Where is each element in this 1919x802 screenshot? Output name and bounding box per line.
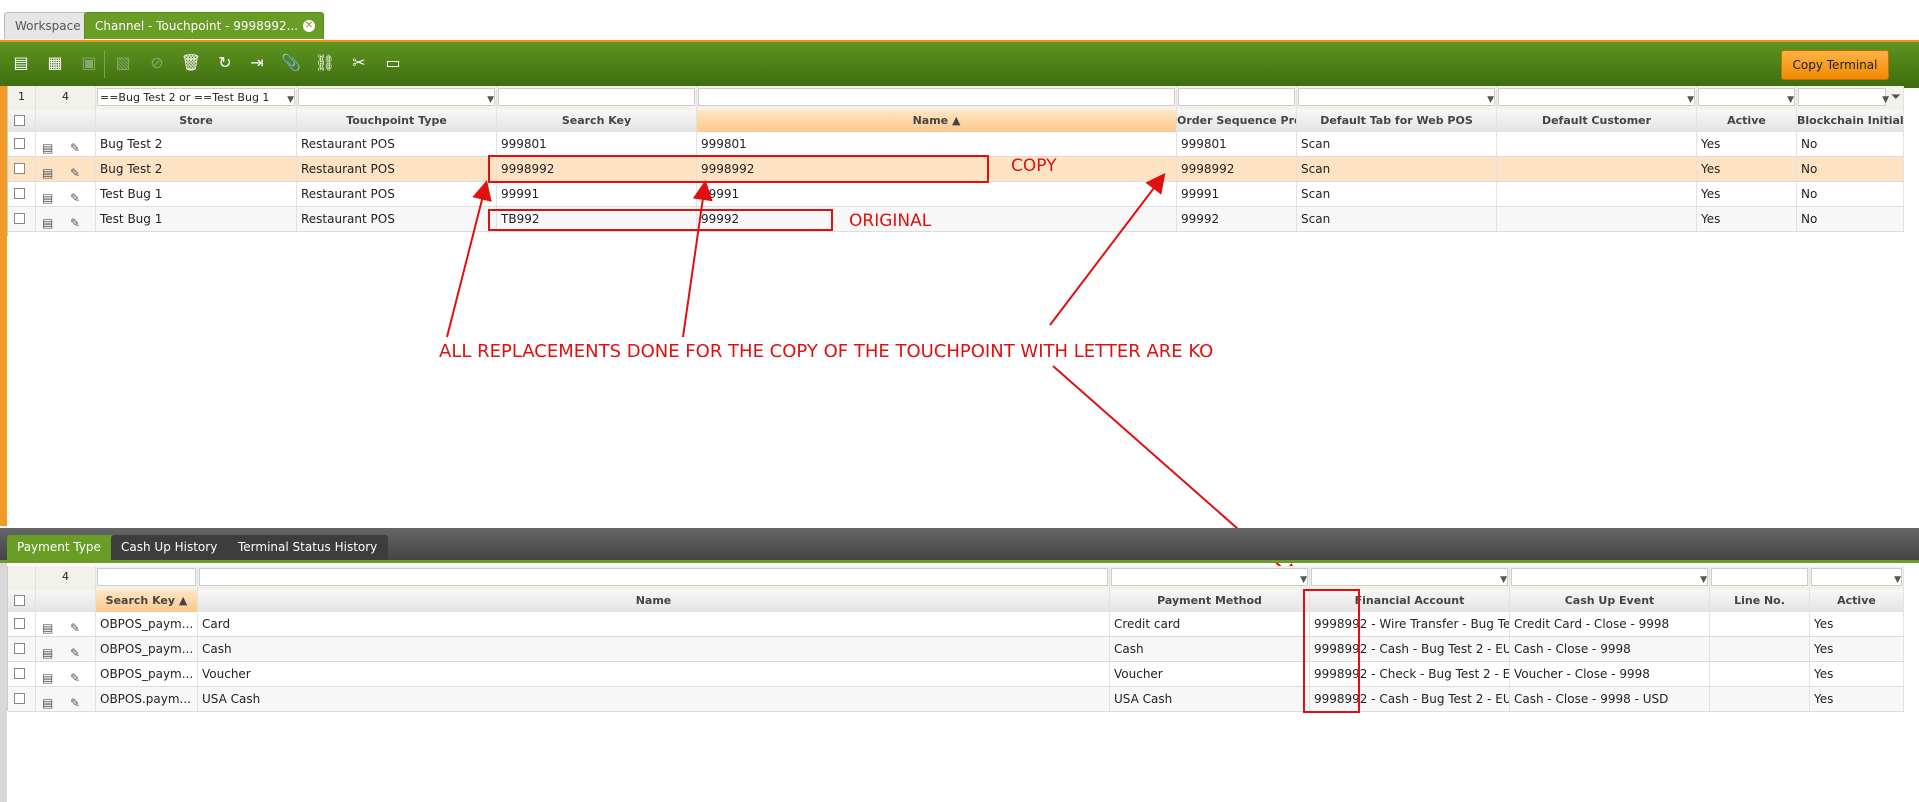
- filter-financial-account[interactable]: ▼: [1310, 566, 1510, 590]
- tab-payment-type[interactable]: Payment Type: [7, 535, 116, 560]
- cell-active: Yes: [1810, 637, 1904, 661]
- filter-active[interactable]: ▼: [1810, 566, 1904, 590]
- account-name: - Cash - Bug Test 2 - EUR: [1371, 692, 1510, 706]
- cell-payment-method: Voucher: [1110, 662, 1310, 686]
- cell-active: Yes: [1810, 612, 1904, 636]
- cell-search-key: OBPOS_paym...: [96, 662, 198, 686]
- form-view-icon[interactable]: ▤: [42, 666, 53, 686]
- chevron-down-icon[interactable]: ▼: [1700, 569, 1707, 590]
- account-name: - Wire Transfer - Bug Te...: [1371, 617, 1510, 631]
- subtab-bar: Payment Type Cash Up History Terminal St…: [0, 528, 1919, 560]
- cell-payment-method: Cash: [1110, 637, 1310, 661]
- row-checkbox[interactable]: [14, 643, 25, 654]
- edit-pencil-icon[interactable]: ✎: [70, 666, 80, 686]
- row-checkbox[interactable]: [14, 693, 25, 704]
- cell-cash-up-event: Cash - Close - 9998 - USD: [1510, 687, 1710, 711]
- tab-cash-up-history[interactable]: Cash Up History: [111, 535, 235, 560]
- cell-name: USA Cash: [198, 687, 1110, 711]
- cell-cash-up-event: Credit Card - Close - 9998: [1510, 612, 1710, 636]
- table-row[interactable]: ▤ ✎ OBPOS.paym... USA Cash USA Cash 99989…: [8, 687, 1904, 712]
- table-row[interactable]: ▤ ✎ OBPOS_paym... Cash Cash 9998992 - Cas…: [8, 637, 1904, 662]
- cell-payment-method: USA Cash: [1110, 687, 1310, 711]
- account-code-highlight-box: [1303, 589, 1360, 713]
- cell-cash-up-event: Cash - Close - 9998: [1510, 637, 1710, 661]
- cell-search-key: OBPOS.paym...: [96, 687, 198, 711]
- cell-search-key: OBPOS_paym...: [96, 637, 198, 661]
- filter-cash-up-event[interactable]: ▼: [1510, 566, 1710, 590]
- chevron-down-icon[interactable]: ▼: [1500, 569, 1507, 590]
- cell-active: Yes: [1810, 687, 1904, 711]
- row-checkbox[interactable]: [14, 618, 25, 629]
- cell-search-key: OBPOS_paym...: [96, 612, 198, 636]
- arrow-to-name: [682, 180, 713, 338]
- account-name: - Check - Bug Test 2 - E...: [1371, 667, 1510, 681]
- edit-pencil-icon[interactable]: ✎: [70, 616, 80, 636]
- filter-name[interactable]: [198, 566, 1110, 590]
- filter-payment-method[interactable]: ▼: [1110, 566, 1310, 590]
- cell-name: Voucher: [198, 662, 1110, 686]
- edit-pencil-icon[interactable]: ✎: [70, 691, 80, 711]
- row-count: 4: [36, 566, 96, 590]
- select-all-checkbox[interactable]: [14, 595, 25, 606]
- tab-terminal-status-history[interactable]: Terminal Status History: [228, 535, 388, 560]
- payment-type-grid: 4 ▼ ▼ ▼ ▼ Search Key ▲ Name Payment Meth…: [7, 566, 1904, 712]
- header-cash-up-event[interactable]: Cash Up Event: [1510, 590, 1710, 612]
- header-name[interactable]: Name: [198, 590, 1110, 612]
- select-all-cell[interactable]: [8, 590, 36, 612]
- cell-name: Cash: [198, 637, 1110, 661]
- cell-active: Yes: [1810, 662, 1904, 686]
- cell-line-no: [1710, 637, 1810, 661]
- cell-cash-up-event: Voucher - Close - 9998: [1510, 662, 1710, 686]
- filter-search-key[interactable]: [96, 566, 198, 590]
- filter-row: 4 ▼ ▼ ▼ ▼: [8, 566, 1904, 591]
- edit-pencil-icon[interactable]: ✎: [70, 641, 80, 661]
- header-payment-method[interactable]: Payment Method: [1110, 590, 1310, 612]
- header-search-key[interactable]: Search Key ▲: [96, 590, 198, 612]
- cell-line-no: [1710, 612, 1810, 636]
- chevron-down-icon[interactable]: ▼: [1894, 569, 1901, 590]
- header-active[interactable]: Active: [1810, 590, 1904, 612]
- table-row[interactable]: ▤ ✎ OBPOS_paym... Voucher Voucher 9998992…: [8, 662, 1904, 687]
- header-row: Search Key ▲ Name Payment Method Financi…: [8, 590, 1904, 613]
- filter-line-no[interactable]: [1710, 566, 1810, 590]
- row-checkbox[interactable]: [14, 668, 25, 679]
- arrow-to-prefix: [1049, 172, 1166, 326]
- bottom-left-stripe: [0, 563, 7, 802]
- cell-line-no: [1710, 662, 1810, 686]
- chevron-down-icon[interactable]: ▼: [1300, 569, 1307, 590]
- cell-line-no: [1710, 687, 1810, 711]
- header-line-no[interactable]: Line No.: [1710, 590, 1810, 612]
- form-view-icon[interactable]: ▤: [42, 641, 53, 661]
- account-name: - Cash - Bug Test 2 - EUR: [1371, 642, 1510, 656]
- form-view-icon[interactable]: ▤: [42, 691, 53, 711]
- cell-name: Card: [198, 612, 1110, 636]
- form-view-icon[interactable]: ▤: [42, 616, 53, 636]
- arrow-to-search-key: [446, 180, 492, 338]
- subtab-underline: [0, 560, 1919, 563]
- table-row[interactable]: ▤ ✎ OBPOS_paym... Card Credit card 999899…: [8, 612, 1904, 637]
- cell-payment-method: Credit card: [1110, 612, 1310, 636]
